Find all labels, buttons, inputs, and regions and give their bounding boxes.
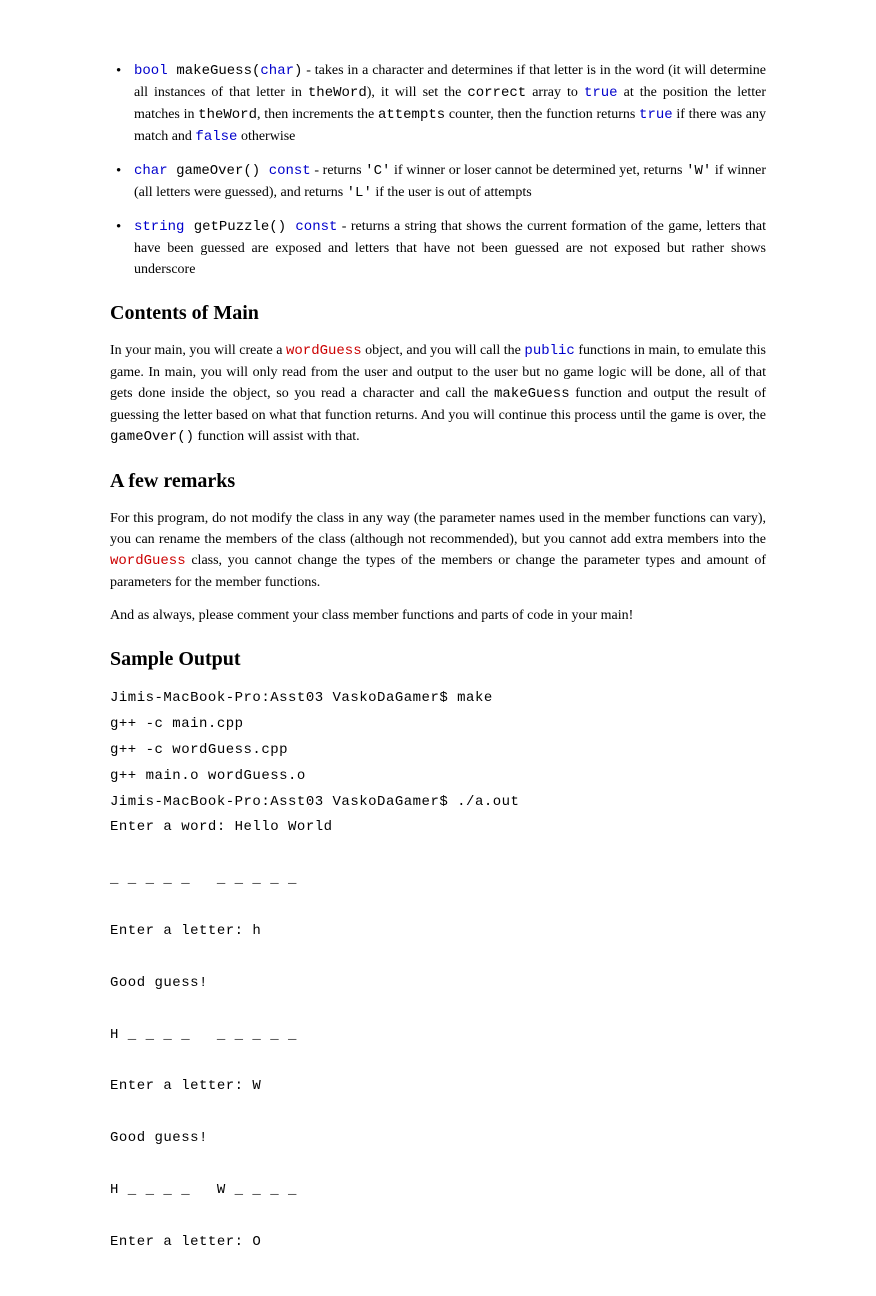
desc-text: counter, then the function returns xyxy=(445,107,639,122)
function-list: bool makeGuess(char) - takes in a charac… xyxy=(110,60,766,280)
heading-sample-output: Sample Output xyxy=(110,644,766,674)
type-keyword: char xyxy=(260,63,294,79)
desc-text: if winner or loser cannot be determined … xyxy=(390,163,686,178)
const-keyword: const xyxy=(269,163,311,179)
code-literal: attempts xyxy=(378,107,445,123)
bullet-gameover: char gameOver() const - returns 'C' if w… xyxy=(110,160,766,204)
func-name: getPuzzle() xyxy=(184,219,295,235)
bool-literal: true xyxy=(639,107,673,123)
desc-text: array to xyxy=(526,85,584,100)
desc-text: otherwise xyxy=(237,129,295,144)
desc-text: - returns xyxy=(311,163,365,178)
bool-literal: true xyxy=(584,85,618,101)
code-literal: theWord xyxy=(308,85,367,101)
bullet-getpuzzle: string getPuzzle() const - returns a str… xyxy=(110,216,766,280)
heading-remarks: A few remarks xyxy=(110,466,766,496)
desc-text: ), it will set the xyxy=(367,85,468,100)
para-text: In your main, you will create a xyxy=(110,343,286,358)
const-keyword: const xyxy=(295,219,337,235)
func-name: makeGuess( xyxy=(168,63,261,79)
class-name: wordGuess xyxy=(110,553,186,569)
code-literal: 'L' xyxy=(347,185,372,201)
type-keyword: char xyxy=(134,163,168,179)
para-text: For this program, do not modify the clas… xyxy=(110,511,766,547)
remarks-paragraph-1: For this program, do not modify the clas… xyxy=(110,508,766,593)
access-keyword: public xyxy=(524,343,574,359)
code-literal: correct xyxy=(467,85,526,101)
heading-contents-of-main: Contents of Main xyxy=(110,298,766,328)
para-text: object, and you will call the xyxy=(362,343,525,358)
para-text: function will assist with that. xyxy=(194,429,360,444)
code-literal: theWord xyxy=(198,107,257,123)
sample-output-block: Jimis-MacBook-Pro:Asst03 VaskoDaGamer$ m… xyxy=(110,686,766,1256)
bullet-makeguess: bool makeGuess(char) - takes in a charac… xyxy=(110,60,766,148)
type-keyword: string xyxy=(134,219,184,235)
desc-text: , then increments the xyxy=(257,107,378,122)
para-text: class, you cannot change the types of th… xyxy=(110,553,766,590)
code-literal: 'W' xyxy=(686,163,711,179)
code-literal: makeGuess xyxy=(494,386,570,402)
desc-text: if the user is out of attempts xyxy=(372,185,532,200)
bool-literal: false xyxy=(195,129,237,145)
class-name: wordGuess xyxy=(286,343,362,359)
remarks-paragraph-2: And as always, please comment your class… xyxy=(110,605,766,626)
func-name: gameOver() xyxy=(168,163,269,179)
type-keyword: bool xyxy=(134,63,168,79)
code-literal: 'C' xyxy=(365,163,390,179)
main-paragraph: In your main, you will create a wordGues… xyxy=(110,340,766,448)
code-literal: gameOver() xyxy=(110,429,194,445)
